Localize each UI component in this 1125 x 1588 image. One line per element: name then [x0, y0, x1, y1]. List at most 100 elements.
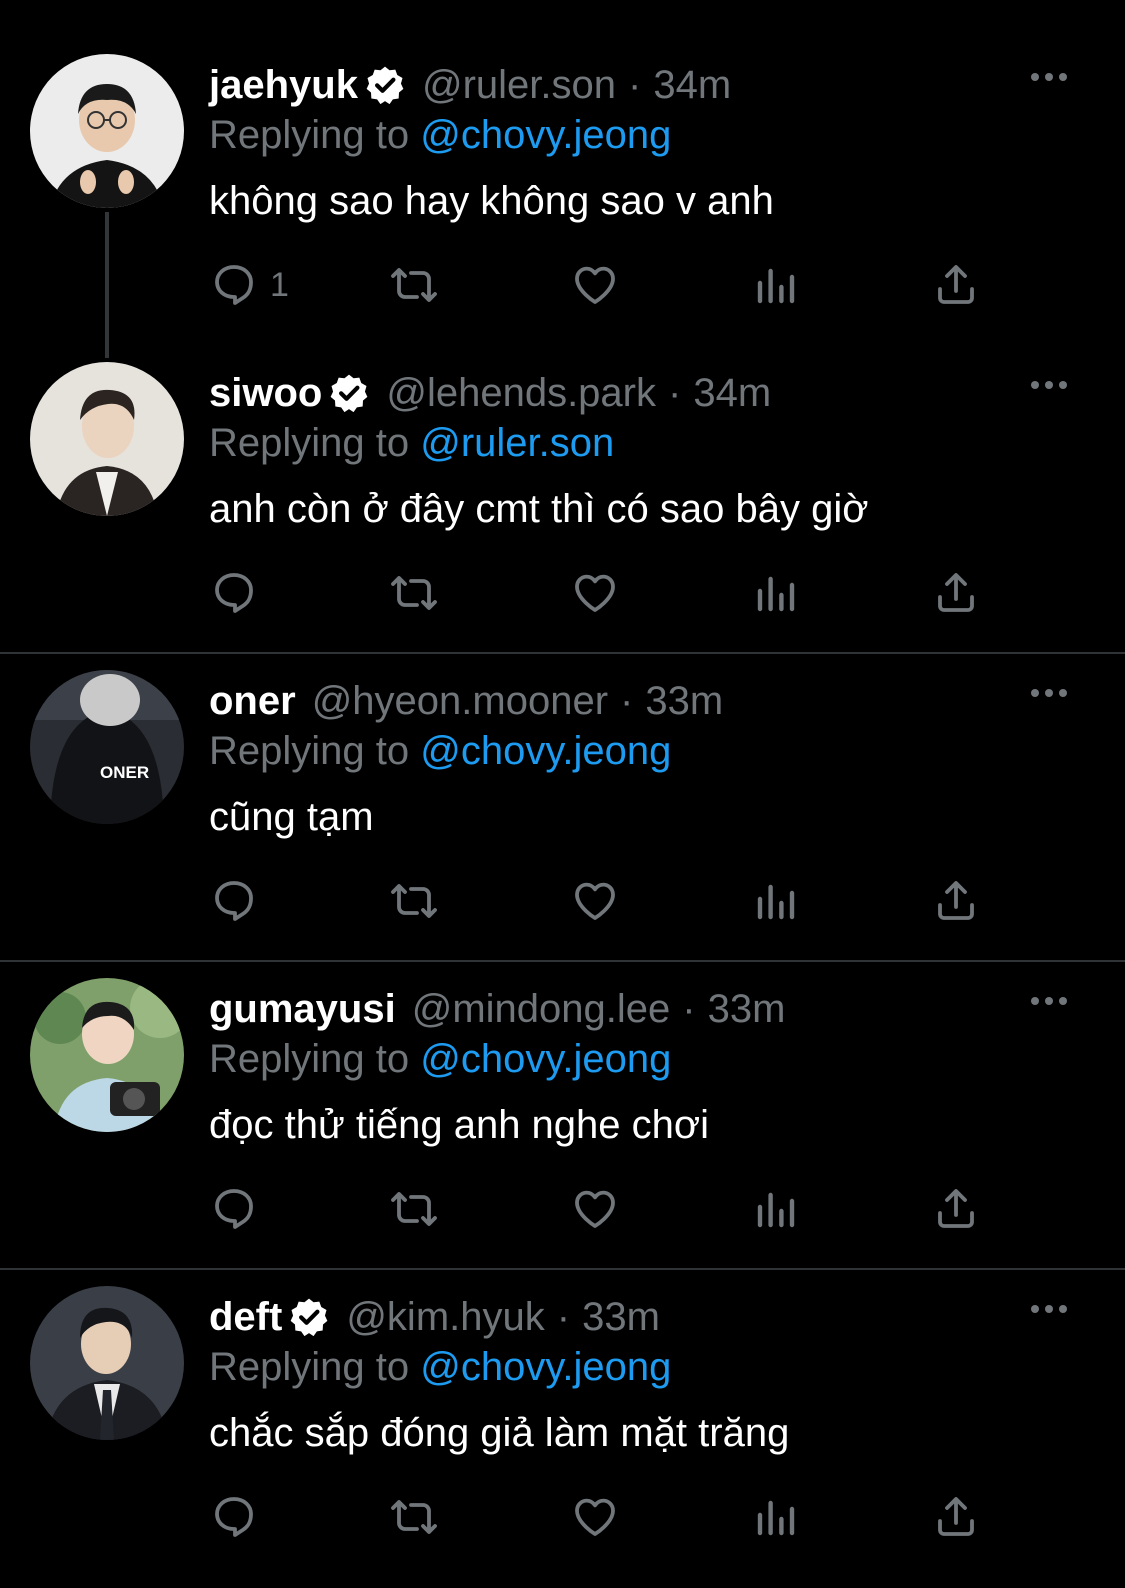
like-button[interactable]	[571, 1492, 619, 1542]
retweet-button[interactable]	[390, 568, 438, 618]
share-icon	[932, 1185, 980, 1233]
tweet-divider	[0, 652, 1125, 654]
tweet-actions	[0, 876, 1125, 926]
replying-to-mention[interactable]: @chovy.jeong	[420, 1037, 671, 1081]
timestamp[interactable]: 33m	[645, 676, 723, 726]
tweet-header: gumayusi @mindong.lee · 33m	[209, 984, 785, 1034]
retweet-icon	[390, 261, 438, 309]
replying-prefix: Replying to	[209, 729, 421, 773]
like-button[interactable]	[571, 568, 619, 618]
display-name[interactable]: gumayusi	[209, 984, 396, 1034]
tweet-actions	[0, 1184, 1125, 1234]
more-icon[interactable]	[1030, 70, 1068, 84]
share-icon	[932, 261, 980, 309]
like-button[interactable]	[571, 1184, 619, 1234]
reply-button[interactable]	[210, 1184, 270, 1234]
views-icon	[752, 1493, 800, 1541]
verified-icon	[328, 372, 370, 414]
reply-button[interactable]	[210, 1492, 270, 1542]
reply-button[interactable]	[210, 568, 270, 618]
retweet-icon	[390, 1493, 438, 1541]
share-button[interactable]	[932, 1184, 980, 1234]
like-icon	[571, 569, 619, 617]
user-handle[interactable]: @ruler.son	[422, 60, 616, 110]
views-icon	[752, 1185, 800, 1233]
reply-button[interactable]	[210, 876, 270, 926]
views-button[interactable]	[752, 260, 800, 310]
more-icon[interactable]	[1030, 686, 1068, 700]
avatar-gumayusi[interactable]	[30, 978, 184, 1132]
share-icon	[932, 569, 980, 617]
replying-to: Replying to @chovy.jeong	[209, 1034, 671, 1084]
display-name[interactable]: deft	[209, 1292, 282, 1342]
reply-icon	[210, 1185, 258, 1233]
like-icon	[571, 877, 619, 925]
tweet-header: oner @hyeon.mooner · 33m	[209, 676, 723, 726]
separator-dot: ·	[628, 63, 642, 107]
views-button[interactable]	[752, 1492, 800, 1542]
tweet-text: anh còn ở đây cmt thì có sao bây giờ	[209, 487, 869, 531]
tweet-0[interactable]: jaehyuk @ruler.son · 34m Replying to @ch…	[0, 54, 1125, 344]
retweet-button[interactable]	[390, 876, 438, 926]
tweet-4[interactable]: deft @kim.hyuk · 33m Replying to @chovy.…	[0, 1286, 1125, 1576]
more-icon[interactable]	[1030, 994, 1068, 1008]
share-icon	[932, 877, 980, 925]
replying-prefix: Replying to	[209, 421, 421, 465]
retweet-icon	[390, 569, 438, 617]
avatar-deft[interactable]	[30, 1286, 184, 1440]
separator-dot: ·	[668, 371, 682, 415]
replying-to-mention[interactable]: @chovy.jeong	[420, 113, 671, 157]
user-handle[interactable]: @mindong.lee	[412, 984, 671, 1034]
retweet-icon	[390, 1185, 438, 1233]
views-button[interactable]	[752, 876, 800, 926]
reply-button[interactable]: 1	[210, 260, 289, 310]
tweet-text: không sao hay không sao v anh	[209, 179, 774, 223]
reply-icon	[210, 261, 258, 309]
user-handle[interactable]: @kim.hyuk	[346, 1292, 544, 1342]
like-button[interactable]	[571, 260, 619, 310]
views-button[interactable]	[752, 568, 800, 618]
replying-prefix: Replying to	[209, 113, 421, 157]
reply-count: 1	[270, 265, 289, 304]
user-handle[interactable]: @lehends.park	[386, 368, 656, 418]
avatar-jaehyuk[interactable]	[30, 54, 184, 208]
more-icon[interactable]	[1030, 378, 1068, 392]
share-button[interactable]	[932, 260, 980, 310]
display-name[interactable]: jaehyuk	[209, 60, 358, 110]
replying-to-mention[interactable]: @chovy.jeong	[420, 1345, 671, 1389]
display-name[interactable]: siwoo	[209, 368, 322, 418]
share-button[interactable]	[932, 568, 980, 618]
timestamp[interactable]: 33m	[708, 984, 786, 1034]
retweet-button[interactable]	[390, 1492, 438, 1542]
tweet-header: siwoo @lehends.park · 34m	[209, 368, 771, 418]
timestamp[interactable]: 34m	[693, 368, 771, 418]
replying-to-mention[interactable]: @ruler.son	[420, 421, 614, 465]
replying-to: Replying to @ruler.son	[209, 418, 614, 468]
separator-dot: ·	[620, 679, 634, 723]
like-button[interactable]	[571, 876, 619, 926]
replying-to-mention[interactable]: @chovy.jeong	[420, 729, 671, 773]
views-icon	[752, 261, 800, 309]
reply-icon	[210, 877, 258, 925]
share-button[interactable]	[932, 1492, 980, 1542]
tweet-3[interactable]: gumayusi @mindong.lee · 33m Replying to …	[0, 978, 1125, 1248]
more-icon[interactable]	[1030, 1302, 1068, 1316]
share-button[interactable]	[932, 876, 980, 926]
display-name[interactable]: oner	[209, 676, 296, 726]
avatar-siwoo[interactable]	[30, 362, 184, 516]
retweet-button[interactable]	[390, 1184, 438, 1234]
avatar-oner[interactable]: ONER	[30, 670, 184, 824]
like-icon	[571, 261, 619, 309]
retweet-button[interactable]	[390, 260, 438, 310]
replying-prefix: Replying to	[209, 1037, 421, 1081]
verified-icon	[288, 1296, 330, 1338]
retweet-icon	[390, 877, 438, 925]
tweet-actions: 1	[0, 260, 1125, 310]
tweet-2[interactable]: ONER oner @hyeon.mooner · 33m Replying t…	[0, 670, 1125, 940]
tweet-1[interactable]: siwoo @lehends.park · 34m Replying to @r…	[0, 362, 1125, 632]
timestamp[interactable]: 33m	[582, 1292, 660, 1342]
views-button[interactable]	[752, 1184, 800, 1234]
tweet-text: đọc thử tiếng anh nghe chơi	[209, 1103, 710, 1147]
user-handle[interactable]: @hyeon.mooner	[312, 676, 608, 726]
timestamp[interactable]: 34m	[653, 60, 731, 110]
